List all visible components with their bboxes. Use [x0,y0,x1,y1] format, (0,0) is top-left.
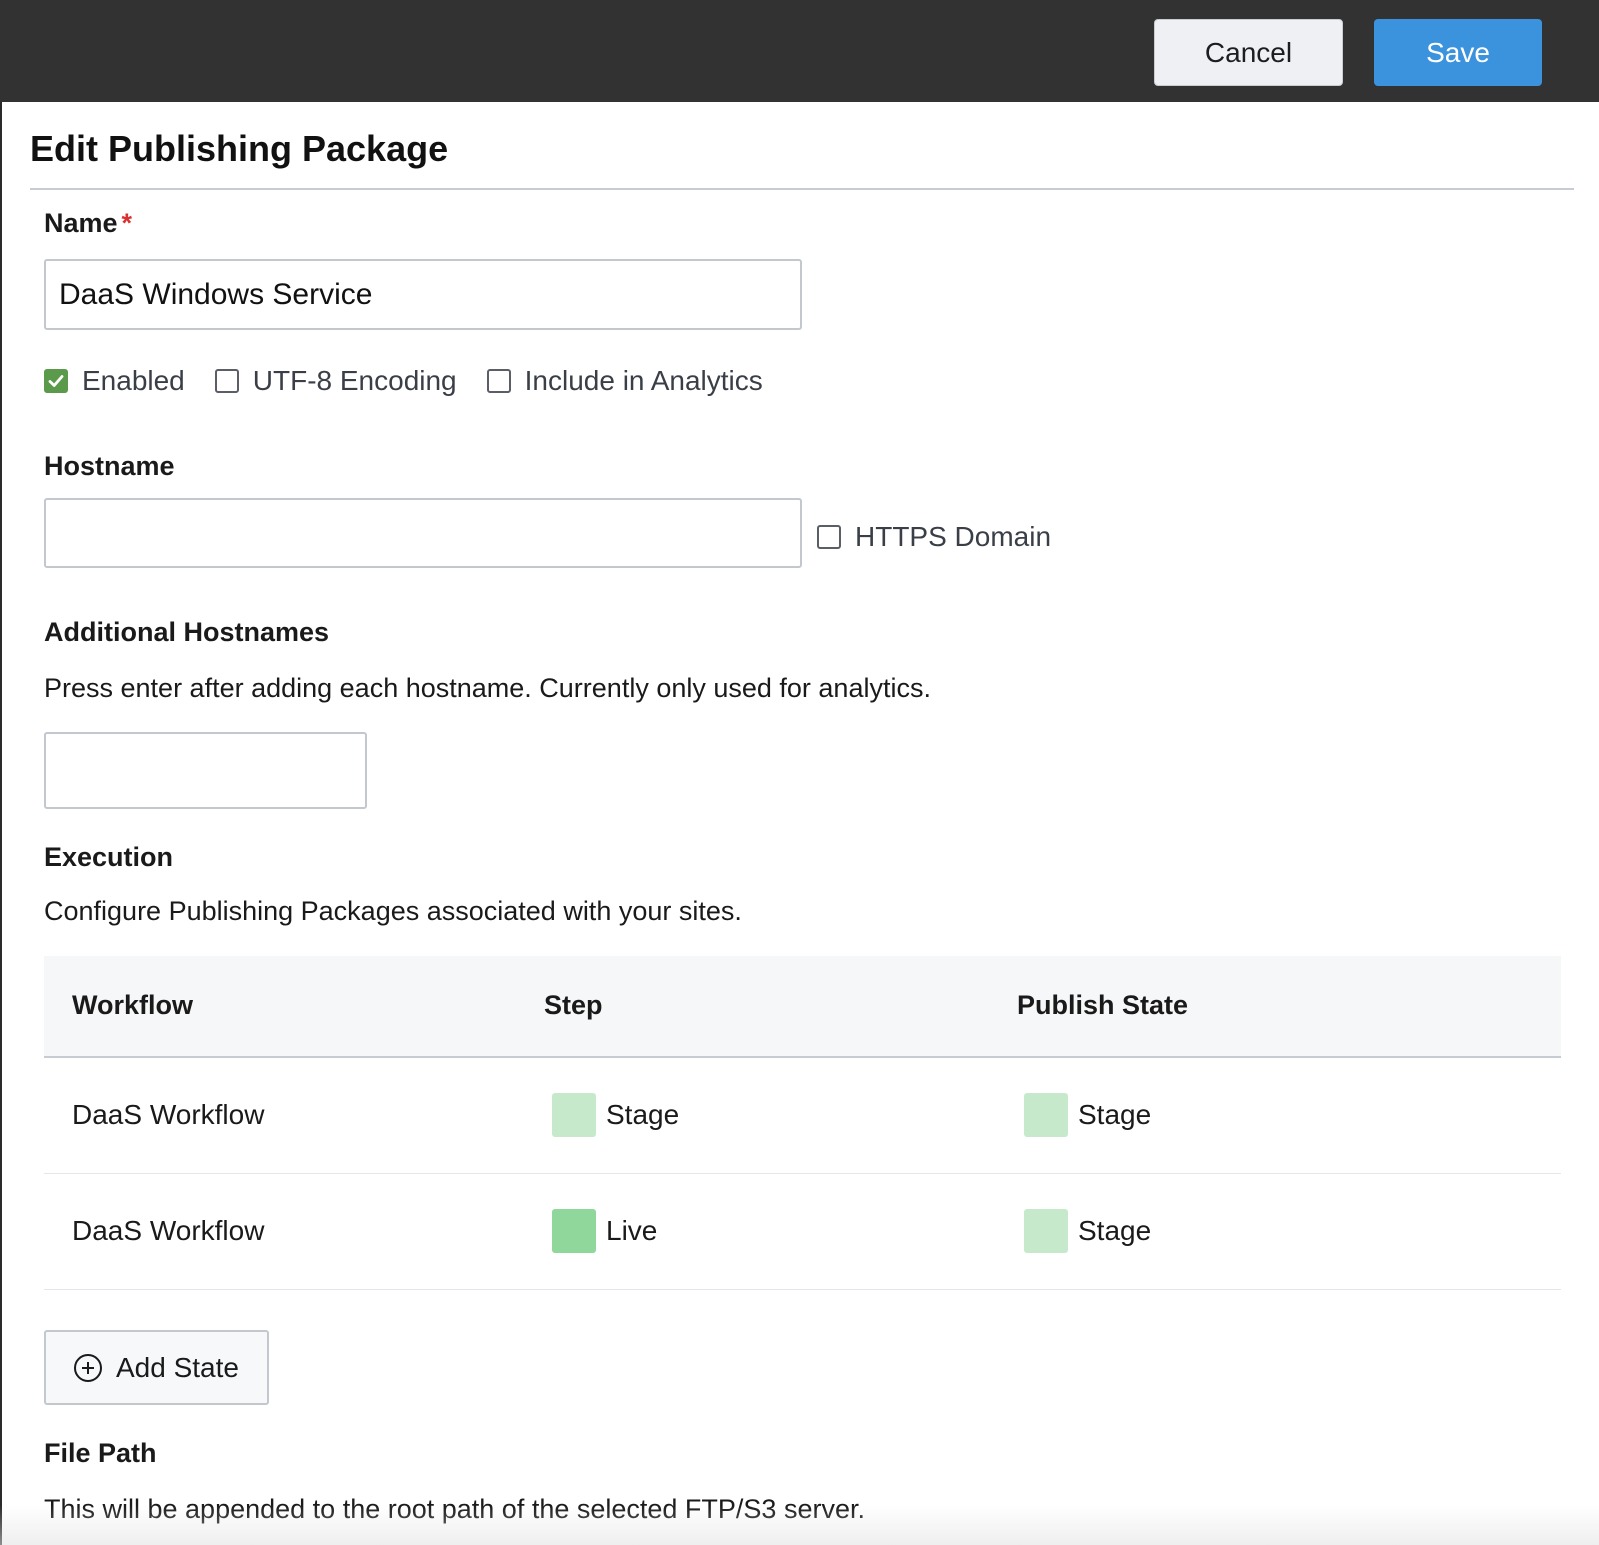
publish-state-label: Stage [1078,1099,1152,1130]
publish-state-cell[interactable]: Stage [1024,1058,1151,1172]
options-row: Enabled UTF-8 Encoding Include in Analyt… [44,365,793,397]
top-toolbar: Cancel Save [0,0,1599,102]
step-label: Live [606,1215,658,1246]
analytics-option[interactable]: Include in Analytics [486,365,763,397]
plus-circle-icon [74,1353,102,1382]
step-label: Stage [606,1099,680,1130]
execution-help: Configure Publishing Packages associated… [44,896,742,926]
column-workflow: Workflow [72,990,193,1020]
enabled-label: Enabled [82,365,185,396]
additional-hostnames-help: Press enter after adding each hostname. … [44,673,931,703]
checkmark-icon [48,375,64,387]
column-step: Step [544,990,603,1020]
cancel-button[interactable]: Cancel [1154,19,1343,86]
add-state-button[interactable]: Add State [44,1330,269,1405]
add-state-label: Add State [116,1351,239,1383]
utf8-label: UTF-8 Encoding [252,365,457,396]
name-input[interactable] [44,259,802,330]
hostname-label: Hostname [44,451,175,481]
title-divider [30,188,1574,190]
publish-state-color-swatch [1024,1093,1068,1137]
publish-state-label: Stage [1078,1215,1152,1246]
publish-state-color-swatch [1024,1209,1068,1253]
additional-hostnames-input[interactable] [44,732,367,809]
workflow-cell: DaaS Workflow [72,1215,265,1246]
name-label: Name * [44,208,132,239]
table-row[interactable]: DaaS Workflow Stage Stage [44,1058,1561,1174]
workflow-cell: DaaS Workflow [72,1099,265,1130]
publish-state-cell[interactable]: Stage [1024,1174,1151,1288]
name-label-text: Name [44,208,118,238]
https-label: HTTPS Domain [855,521,1052,552]
step-cell[interactable]: Live [552,1174,657,1288]
table-header: Workflow Step Publish State [44,956,1561,1058]
column-publish-state: Publish State [1017,990,1189,1020]
enabled-option[interactable]: Enabled [44,365,185,397]
additional-hostnames-label: Additional Hostnames [44,617,330,647]
page-title: Edit Publishing Package [30,128,449,169]
utf8-option[interactable]: UTF-8 Encoding [214,365,457,397]
https-checkbox[interactable] [817,525,841,549]
analytics-checkbox[interactable] [486,369,511,393]
step-color-swatch [552,1209,596,1253]
file-path-help: This will be appended to the root path o… [44,1494,865,1524]
step-cell[interactable]: Stage [552,1058,679,1172]
execution-label: Execution [44,842,174,872]
table-row[interactable]: DaaS Workflow Live Stage [44,1174,1561,1290]
required-asterisk: * [121,208,133,238]
enabled-checkbox[interactable] [44,369,68,393]
hostname-input[interactable] [44,498,802,568]
utf8-checkbox[interactable] [214,369,239,393]
file-path-label: File Path [44,1438,157,1468]
https-option[interactable]: HTTPS Domain [817,521,1051,553]
step-color-swatch [552,1093,596,1137]
analytics-label: Include in Analytics [524,365,763,396]
save-button[interactable]: Save [1374,19,1542,86]
